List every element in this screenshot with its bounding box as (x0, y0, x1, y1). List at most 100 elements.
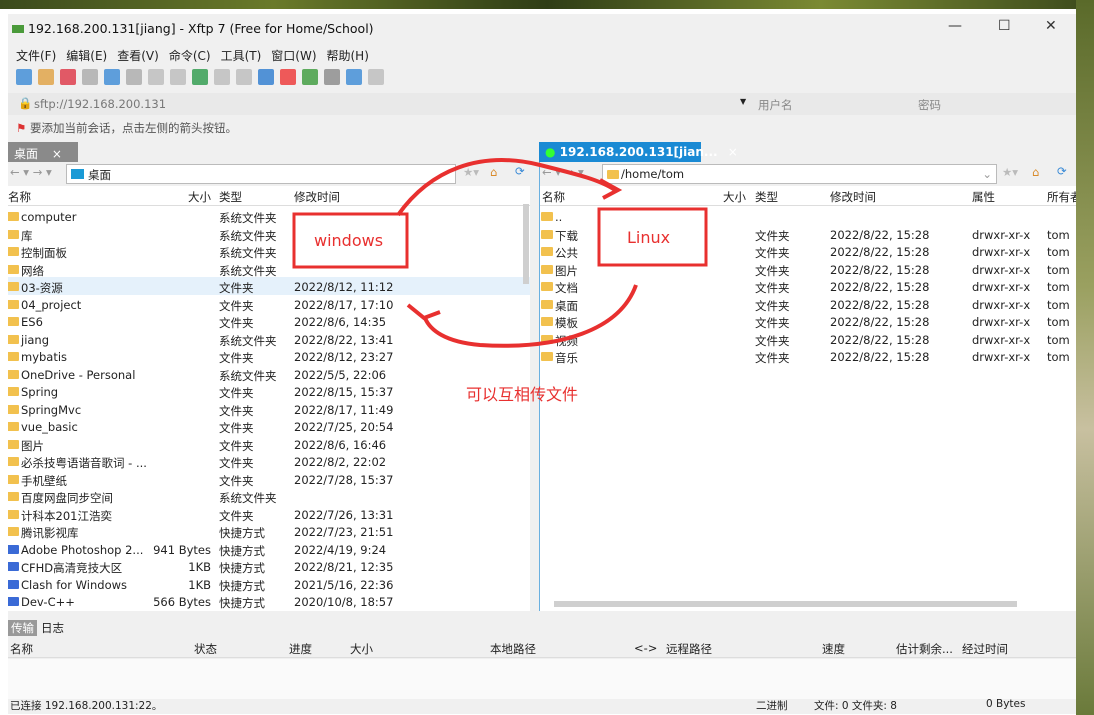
reconnect-icon[interactable] (82, 69, 98, 85)
transfer-column-header[interactable]: 远程路径 (666, 641, 712, 657)
local-path-input[interactable]: 桌面 (66, 164, 456, 184)
upload-icon[interactable] (148, 69, 164, 85)
paste-icon[interactable] (236, 69, 252, 85)
back-icon[interactable]: ← ▾ → ▾ (542, 165, 584, 179)
tab-remote-session[interactable]: ● 192.168.200.131[jian... × (539, 142, 738, 162)
bookmark-icon[interactable]: ★▾ (463, 165, 479, 179)
file-row[interactable]: computer 系统文件夹 (8, 207, 530, 225)
column-header[interactable]: 所有者 (1047, 189, 1076, 205)
globe-icon[interactable] (258, 69, 274, 85)
path-dropdown-icon[interactable]: ⌄ (982, 167, 992, 181)
file-row[interactable]: 04_project 文件夹 2022/8/17, 17:10 (8, 295, 530, 313)
column-header[interactable]: 大小 (188, 189, 211, 205)
transfer-column-header[interactable]: 估计剩余... (896, 641, 953, 657)
file-row[interactable]: 图片 文件夹 2022/8/6, 16:46 (8, 435, 530, 453)
file-row[interactable]: mybatis 文件夹 2022/8/12, 23:27 (8, 347, 530, 365)
download-icon[interactable] (170, 69, 186, 85)
menu-item[interactable]: 文件(F) (16, 47, 56, 64)
back-icon[interactable]: ← ▾ → ▾ (10, 165, 52, 179)
open-folder-icon[interactable] (38, 69, 54, 85)
password-input[interactable]: 密码 (918, 97, 941, 113)
menu-item[interactable]: 工具(T) (221, 47, 262, 64)
minimize-button[interactable]: — (948, 18, 962, 34)
menu-item[interactable]: 窗口(W) (271, 47, 316, 64)
file-row[interactable]: 模板 文件夹 2022/8/22, 15:28 drwxr-xr-x tom (540, 312, 1076, 330)
transfer-column-header[interactable]: 进度 (289, 641, 312, 657)
file-row[interactable]: .. (540, 207, 1076, 225)
copy-icon[interactable] (214, 69, 230, 85)
transfer-icon[interactable] (192, 69, 208, 85)
transfer-column-header[interactable]: 经过时间 (962, 641, 1008, 657)
file-row[interactable]: Dev-C++ 566 Bytes 快捷方式 2020/10/8, 18:57 (8, 592, 530, 610)
help-icon[interactable] (346, 69, 362, 85)
column-header[interactable]: 名称 (542, 189, 565, 205)
maximize-button[interactable]: ☐ (998, 18, 1011, 34)
column-header[interactable]: 大小 (723, 189, 746, 205)
transfer-column-header[interactable]: 名称 (10, 641, 33, 657)
file-row[interactable]: 音乐 文件夹 2022/8/22, 15:28 drwxr-xr-x tom (540, 347, 1076, 365)
column-header[interactable]: 修改时间 (294, 189, 340, 205)
transfer-column-header[interactable]: 状态 (194, 641, 217, 657)
home-icon[interactable]: ⌂ (1032, 165, 1039, 179)
file-row[interactable]: ES6 文件夹 2022/8/6, 14:35 (8, 312, 530, 330)
terminal-icon[interactable] (126, 69, 142, 85)
host-dropdown-icon[interactable]: ▼ (740, 97, 746, 106)
file-row[interactable]: Adobe Photoshop 2... 941 Bytes 快捷方式 2022/4/… (8, 540, 530, 558)
disconnect-icon[interactable] (60, 69, 76, 85)
refresh-icon[interactable]: ⟳ (1057, 164, 1067, 178)
file-row[interactable]: 网络 系统文件夹 (8, 260, 530, 278)
file-row[interactable]: Clash for Windows 1KB 快捷方式 2021/5/16, 22:36 (8, 575, 530, 593)
transfer-tab-0[interactable]: 传输 (8, 620, 37, 636)
file-row[interactable]: SpringMvc 文件夹 2022/8/17, 11:49 (8, 400, 530, 418)
close-tab-icon[interactable]: × (52, 147, 62, 161)
file-row[interactable]: 03-资源 文件夹 2022/8/12, 11:12 (8, 277, 530, 295)
local-scrollbar[interactable] (523, 204, 529, 284)
remote-path-input[interactable]: /home/tom ⌄ (602, 164, 997, 184)
close-button[interactable]: ✕ (1045, 18, 1057, 34)
menu-item[interactable]: 查看(V) (117, 47, 159, 64)
file-row[interactable]: 百度网盘同步空间 系统文件夹 (8, 487, 530, 505)
transfer-mode[interactable]: 二进制 (756, 698, 788, 713)
host-input[interactable]: sftp://192.168.200.131 (34, 97, 166, 111)
home-icon[interactable]: ⌂ (490, 165, 497, 179)
file-row[interactable]: CFHD高清竞技大区 1KB 快捷方式 2022/8/21, 12:35 (8, 557, 530, 575)
xftp-icon[interactable] (302, 69, 318, 85)
new-session-icon[interactable] (16, 69, 32, 85)
file-row[interactable]: 图片 文件夹 2022/8/22, 15:28 drwxr-xr-x tom (540, 260, 1076, 278)
column-header[interactable]: 类型 (755, 189, 778, 205)
file-row[interactable]: 桌面 文件夹 2022/8/22, 15:28 drwxr-xr-x tom (540, 295, 1076, 313)
file-row[interactable]: Spring 文件夹 2022/8/15, 15:37 (8, 382, 530, 400)
file-row[interactable]: 必杀技粤语谐音歌词 - ... 文件夹 2022/8/2, 22:02 (8, 452, 530, 470)
file-row[interactable]: 公共 文件夹 2022/8/22, 15:28 drwxr-xr-x tom (540, 242, 1076, 260)
column-header[interactable]: 修改时间 (830, 189, 876, 205)
menu-item[interactable]: 编辑(E) (66, 47, 107, 64)
file-row[interactable]: 计科本201江浩奕 文件夹 2022/7/26, 13:31 (8, 505, 530, 523)
column-header[interactable]: 名称 (8, 189, 31, 205)
transfer-column-header[interactable]: <-> (634, 641, 657, 655)
file-row[interactable]: 控制面板 系统文件夹 (8, 242, 530, 260)
chat-icon[interactable] (368, 69, 384, 85)
file-row[interactable]: 视频 文件夹 2022/8/22, 15:28 drwxr-xr-x tom (540, 330, 1076, 348)
settings-icon[interactable] (324, 69, 340, 85)
transfer-tab-1[interactable]: 日志 (38, 620, 67, 636)
transfer-column-header[interactable]: 大小 (350, 641, 373, 657)
file-row[interactable]: 腾讯影视库 快捷方式 2022/7/23, 21:51 (8, 522, 530, 540)
file-row[interactable]: 文档 文件夹 2022/8/22, 15:28 drwxr-xr-x tom (540, 277, 1076, 295)
refresh-icon[interactable]: ⟳ (515, 164, 525, 178)
file-row[interactable]: 手机壁纸 文件夹 2022/7/28, 15:37 (8, 470, 530, 488)
menu-item[interactable]: 帮助(H) (327, 47, 369, 64)
column-header[interactable]: 属性 (972, 189, 995, 205)
xshell-icon[interactable] (280, 69, 296, 85)
column-header[interactable]: 类型 (219, 189, 242, 205)
new-window-icon[interactable] (104, 69, 120, 85)
bookmark-icon[interactable]: ★▾ (1002, 165, 1018, 179)
remote-hscrollbar[interactable] (554, 601, 1017, 607)
menu-item[interactable]: 命令(C) (169, 47, 211, 64)
transfer-column-header[interactable]: 本地路径 (490, 641, 536, 657)
file-row[interactable]: vue_basic 文件夹 2022/7/25, 20:54 (8, 417, 530, 435)
close-tab-icon[interactable]: × (728, 145, 738, 159)
file-row[interactable]: jiang 系统文件夹 2022/8/22, 13:41 (8, 330, 530, 348)
transfer-column-header[interactable]: 速度 (822, 641, 845, 657)
file-row[interactable]: 库系统文件夹 (8, 225, 530, 243)
tab-local-desktop[interactable]: 桌面 × (8, 142, 78, 162)
